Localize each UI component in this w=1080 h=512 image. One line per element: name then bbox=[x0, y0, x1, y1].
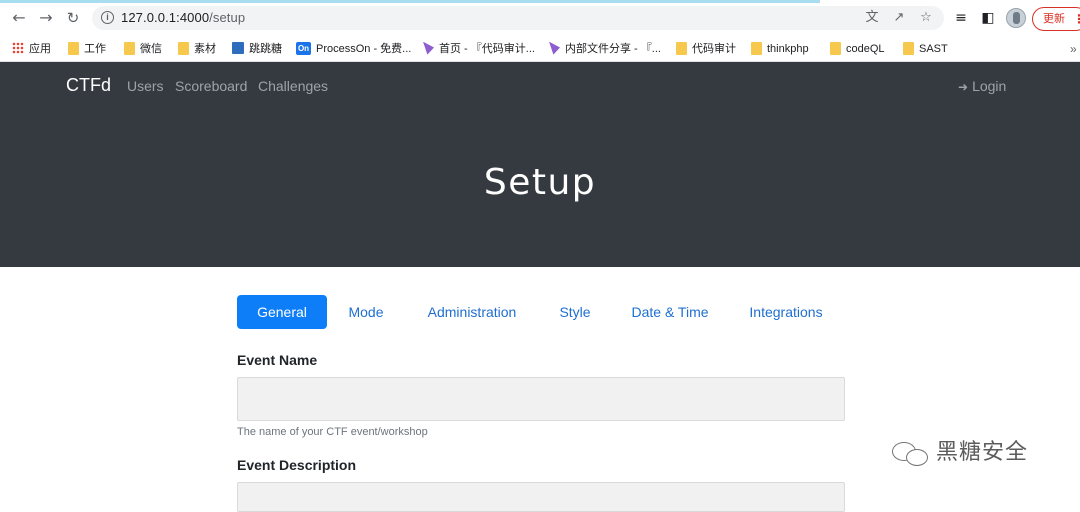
bookmark-apps[interactable]: 应用 bbox=[12, 39, 51, 59]
tab-administration[interactable]: Administration bbox=[418, 295, 526, 329]
bookmark-label: 应用 bbox=[29, 43, 51, 55]
event-name-help: The name of your CTF event/workshop bbox=[237, 426, 428, 438]
nav-link-challenges[interactable]: Challenges bbox=[258, 78, 328, 94]
reading-list-icon[interactable]: ≡ bbox=[952, 9, 970, 27]
bookmark-label: 内部文件分享 - 『... bbox=[565, 43, 661, 55]
bookmark-label: 代码审计 bbox=[692, 43, 736, 55]
apps-grid-icon bbox=[12, 42, 24, 55]
folder-icon bbox=[68, 41, 79, 55]
update-button[interactable]: 更新 ⋮ bbox=[1032, 7, 1080, 31]
bookmark-processon[interactable]: On ProcessOn - 免费... bbox=[296, 39, 411, 59]
bookmark-page-icon bbox=[549, 41, 560, 55]
profile-avatar[interactable] bbox=[1006, 8, 1026, 28]
side-panel-icon[interactable]: ◧ bbox=[979, 9, 997, 27]
bookmark-label: SAST bbox=[919, 43, 948, 55]
folder-icon bbox=[676, 41, 687, 55]
sign-in-icon: ➜ bbox=[958, 80, 969, 94]
bookmark-label: codeQL bbox=[846, 43, 885, 55]
jumbotron: Setup bbox=[0, 110, 1080, 267]
processon-icon: On bbox=[296, 41, 311, 55]
bookmark-folder-thinkphp[interactable]: thinkphp bbox=[751, 39, 809, 59]
url-text[interactable]: 127.0.0.1:4000/setup bbox=[121, 10, 245, 25]
bookmark-folder-code-audit[interactable]: 代码审计 bbox=[676, 39, 736, 59]
login-label: Login bbox=[972, 78, 1007, 94]
login-link[interactable]: ➜ Login bbox=[958, 78, 1006, 94]
browser-toolbar: ← → ↻ i 127.0.0.1:4000/setup 文 ↗ ☆ ≡ ◧ 更… bbox=[0, 0, 1080, 36]
event-name-label: Event Name bbox=[237, 352, 318, 368]
folder-icon bbox=[178, 41, 189, 55]
bookmark-label: 素材 bbox=[194, 43, 216, 55]
more-menu-icon: ⋮ bbox=[1073, 12, 1080, 26]
site-info-icon[interactable]: i bbox=[101, 11, 114, 24]
event-name-input[interactable] bbox=[237, 377, 845, 421]
bookmark-label: 首页 - 『代码审计... bbox=[439, 43, 535, 55]
url-host: 127.0.0.1:4000 bbox=[121, 10, 210, 25]
bookmark-star-icon[interactable]: ☆ bbox=[918, 10, 934, 26]
nav-link-scoreboard[interactable]: Scoreboard bbox=[175, 78, 247, 94]
bookmark-label: ProcessOn - 免费... bbox=[316, 43, 412, 55]
folder-icon bbox=[751, 41, 762, 55]
bookmark-folder-work[interactable]: 工作 bbox=[68, 39, 106, 59]
bookmark-label: 工作 bbox=[84, 43, 106, 55]
back-arrow-icon[interactable]: ← bbox=[10, 9, 28, 27]
bookmark-folder-sast[interactable]: SAST bbox=[903, 39, 948, 59]
address-bar[interactable]: i 127.0.0.1:4000/setup 文 ↗ ☆ bbox=[92, 6, 944, 30]
bookmark-label: 跳跳糖 bbox=[249, 43, 282, 55]
bookmark-label: 微信 bbox=[140, 43, 162, 55]
watermark-text: 黑糖安全 bbox=[936, 440, 1029, 465]
translate-icon[interactable]: 文 bbox=[864, 10, 880, 26]
reload-icon[interactable]: ↻ bbox=[64, 9, 82, 27]
more-bookmarks-chevron-icon[interactable]: » bbox=[1070, 39, 1077, 59]
bookmark-folder-materials[interactable]: 素材 bbox=[178, 39, 216, 59]
share-icon[interactable]: ↗ bbox=[891, 10, 907, 26]
bookmark-code-audit-home[interactable]: 首页 - 『代码审计... bbox=[423, 39, 535, 59]
forward-arrow-icon[interactable]: → bbox=[37, 9, 55, 27]
brand-logo[interactable]: CTFd bbox=[66, 75, 111, 96]
bookmark-tiaotiaotang[interactable]: 跳跳糖 bbox=[232, 39, 282, 59]
watermark: 黑糖安全 bbox=[892, 434, 1028, 466]
bookmark-label: thinkphp bbox=[767, 43, 809, 55]
bookmark-page-icon bbox=[423, 41, 434, 55]
bookmark-internal-share[interactable]: 内部文件分享 - 『... bbox=[549, 39, 661, 59]
folder-icon bbox=[124, 41, 135, 55]
update-label: 更新 bbox=[1043, 13, 1065, 25]
site-navbar: CTFd Users Scoreboard Challenges ➜ Login bbox=[0, 62, 1080, 110]
folder-icon bbox=[830, 41, 841, 55]
tab-date-time[interactable]: Date & Time bbox=[624, 295, 716, 329]
folder-icon bbox=[903, 41, 914, 55]
tab-general[interactable]: General bbox=[237, 295, 327, 329]
tab-integrations[interactable]: Integrations bbox=[742, 295, 830, 329]
wechat-icon bbox=[892, 440, 930, 466]
tab-mode[interactable]: Mode bbox=[340, 295, 392, 329]
url-path: /setup bbox=[209, 10, 246, 25]
bookmarks-bar: 应用 工作 微信 素材 跳跳糖 On ProcessOn - 免费... 首页 -… bbox=[0, 36, 1080, 62]
tab-style[interactable]: Style bbox=[552, 295, 598, 329]
bookmark-folder-wechat[interactable]: 微信 bbox=[124, 39, 162, 59]
table-icon bbox=[232, 42, 244, 55]
tab-strip-edge bbox=[0, 0, 820, 3]
nav-link-users[interactable]: Users bbox=[127, 78, 164, 94]
event-description-input[interactable] bbox=[237, 482, 845, 512]
page-title: Setup bbox=[483, 162, 597, 203]
bookmark-folder-codeql[interactable]: codeQL bbox=[830, 39, 885, 59]
event-description-label: Event Description bbox=[237, 457, 357, 473]
